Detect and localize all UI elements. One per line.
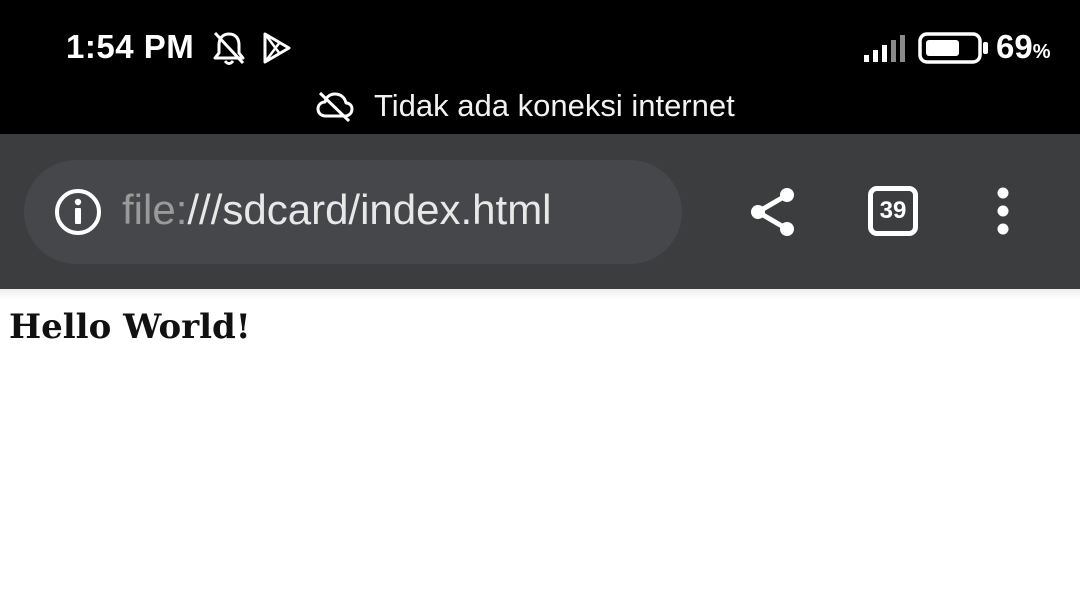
address-bar[interactable]: file:///sdcard/index.html xyxy=(24,160,682,264)
url-path: ///sdcard/index.html xyxy=(187,186,552,233)
status-time: 1:54 PM xyxy=(66,28,195,65)
status-bar: 1:54 PM 69% Tidak ada koneksi internet xyxy=(0,0,1080,134)
offline-notice: Tidak ada koneksi internet xyxy=(0,86,1080,128)
url-scheme: file: xyxy=(122,186,188,233)
more-vert-icon[interactable] xyxy=(994,186,1012,236)
signal-icon xyxy=(864,35,905,62)
bell-muted-icon xyxy=(213,31,245,65)
tab-count: 39 xyxy=(879,197,907,224)
offline-notice-text: Tidak ada koneksi internet xyxy=(374,88,735,123)
page-heading: Hello World! xyxy=(9,307,251,347)
battery-percent-value: 69 xyxy=(996,28,1033,65)
cloud-off-icon xyxy=(316,91,354,122)
toolbar-shadow xyxy=(0,289,1080,299)
info-icon[interactable] xyxy=(54,188,102,236)
battery-percent-sign: % xyxy=(1032,41,1051,63)
battery-percent: 69% xyxy=(996,28,1051,66)
browser-toolbar: file:///sdcard/index.html 39 xyxy=(0,134,1080,289)
play-store-icon xyxy=(263,32,291,64)
web-page-content: Hello World! xyxy=(0,289,1080,607)
share-icon[interactable] xyxy=(748,186,798,238)
battery-icon xyxy=(918,32,988,64)
url-text[interactable]: file:///sdcard/index.html xyxy=(122,186,552,234)
tab-switcher-button[interactable]: 39 xyxy=(868,186,918,236)
